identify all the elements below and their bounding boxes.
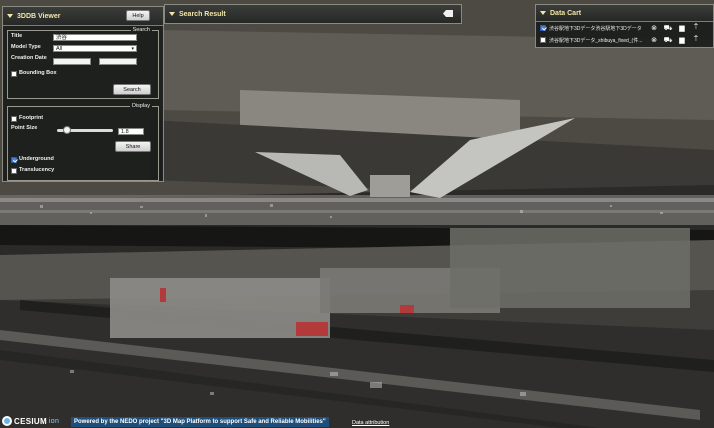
model-type-select[interactable]: All ▾ — [53, 45, 137, 52]
data-attribution-link[interactable]: Data attribution — [352, 420, 389, 426]
help-button[interactable]: Help — [126, 10, 150, 21]
expand-triangle-icon[interactable] — [169, 12, 175, 16]
export-icon[interactable]: ⍑ — [692, 36, 700, 44]
title-input[interactable]: 渋谷 — [53, 34, 137, 41]
underground-label: Underground — [19, 156, 54, 162]
search-result-title: Search Result — [179, 10, 226, 18]
cesium-ion-text: ion — [48, 417, 60, 425]
cart-download-icon[interactable]: ⛟ — [664, 24, 673, 32]
cart-item: 渋谷駅地下3Dデータ_shibuya_fixed_(件... ⊗ ⛟ ▆ ⍑ — [540, 35, 698, 45]
model-type-label: Model Type — [11, 44, 41, 50]
data-cart-header[interactable]: Data Cart — [536, 5, 713, 22]
close-circle-icon[interactable]: ⊗ — [650, 36, 658, 44]
footprint-checkbox[interactable] — [11, 116, 17, 122]
chevron-down-icon: ▾ — [131, 46, 134, 52]
cart-download-icon[interactable]: ⛟ — [664, 36, 673, 44]
cart-item-label: 渋谷駅地下3Dデータ渋谷駅地下3Dデータ — [549, 25, 642, 32]
search-button[interactable]: Search — [113, 84, 151, 95]
export-icon[interactable]: ⍑ — [692, 24, 700, 32]
search-result-header[interactable]: Search Result — [165, 5, 461, 23]
footer: CESIUM ion Powered by the NEDO project "… — [0, 415, 714, 428]
creation-date-from-input[interactable] — [53, 58, 91, 65]
search-legend: Search — [132, 27, 150, 33]
viewer-panel-header[interactable]: 3DDB Viewer Help — [3, 7, 163, 26]
chart-icon[interactable]: ▆ — [678, 36, 686, 44]
cart-item-checkbox[interactable] — [540, 25, 546, 31]
cesium-globe-icon — [2, 416, 12, 426]
cart-item-checkbox[interactable] — [540, 37, 546, 43]
collapse-triangle-icon[interactable] — [7, 14, 13, 18]
creation-date-to-input[interactable] — [99, 58, 137, 65]
chart-icon[interactable]: ▆ — [678, 24, 686, 32]
viewer-panel: 3DDB Viewer Help Search Title 渋谷 Model T… — [2, 6, 164, 182]
powered-by-banner: Powered by the NEDO project "3D Map Plat… — [71, 417, 329, 427]
point-size-label: Point Size — [11, 125, 38, 131]
share-button[interactable]: Share — [115, 141, 151, 152]
translucency-checkbox[interactable] — [11, 168, 17, 174]
display-legend: Display — [131, 103, 150, 109]
footprint-label: Footprint — [19, 115, 44, 121]
close-circle-icon[interactable]: ⊗ — [650, 24, 658, 32]
creation-date-label: Creation Date — [11, 55, 47, 61]
cesium-brand: CESIUM — [14, 416, 47, 426]
backspace-icon[interactable] — [443, 10, 453, 17]
data-cart-panel: Data Cart 渋谷駅地下3Dデータ渋谷駅地下3Dデータ ⊗ ⛟ ▆ ⍑ 渋… — [535, 4, 714, 48]
model-type-value: All — [56, 45, 63, 52]
underground-checkbox[interactable] — [11, 157, 17, 163]
data-cart-title: Data Cart — [550, 9, 582, 17]
collapse-triangle-icon[interactable] — [540, 11, 546, 15]
search-result-panel: Search Result — [164, 4, 462, 24]
cart-item-label: 渋谷駅地下3Dデータ_shibuya_fixed_(件... — [549, 37, 643, 44]
translucency-label: Translucency — [19, 167, 55, 173]
bounding-box-checkbox[interactable] — [11, 71, 17, 77]
viewer-title: 3DDB Viewer — [17, 12, 61, 20]
bounding-box-label: Bounding Box — [19, 70, 57, 76]
title-label: Title — [11, 33, 23, 39]
cesium-ion-logo[interactable]: CESIUM ion — [2, 415, 59, 427]
point-size-input[interactable]: 1.8 — [118, 128, 144, 135]
cart-item: 渋谷駅地下3Dデータ渋谷駅地下3Dデータ ⊗ ⛟ ▆ ⍑ — [540, 23, 698, 33]
